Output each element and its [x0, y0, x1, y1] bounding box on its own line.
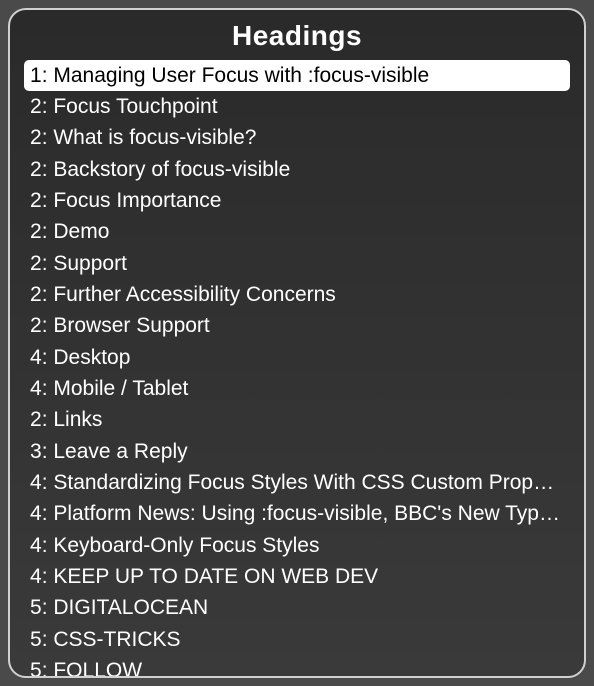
heading-text: FOLLOW [53, 659, 142, 678]
heading-level-prefix: 2 [30, 158, 42, 181]
heading-item[interactable]: 2: Links [24, 405, 570, 436]
heading-level-prefix: 2 [30, 220, 42, 243]
heading-item[interactable]: 4: Platform News: Using :focus-visible, … [24, 499, 570, 530]
heading-text: Leave a Reply [53, 440, 187, 463]
heading-text: Browser Support [53, 314, 209, 337]
heading-item[interactable]: 3: Leave a Reply [24, 436, 570, 467]
heading-item[interactable]: 2: Focus Touchpoint [24, 91, 570, 122]
heading-text: Links [53, 408, 102, 431]
heading-item[interactable]: 2: What is focus-visible? [24, 123, 570, 154]
heading-list: 1: Managing User Focus with :focus-visib… [24, 60, 570, 678]
heading-item[interactable]: 5: CSS-TRICKS [24, 624, 570, 655]
heading-text: What is focus-visible? [53, 126, 256, 149]
heading-level-prefix: 3 [30, 440, 42, 463]
heading-level-prefix: 4 [30, 502, 42, 525]
heading-item[interactable]: 5: DIGITALOCEAN [24, 593, 570, 624]
heading-item[interactable]: 2: Browser Support [24, 311, 570, 342]
heading-text: DIGITALOCEAN [53, 596, 208, 619]
heading-item[interactable]: 2: Backstory of focus-visible [24, 154, 570, 185]
panel-title: Headings [24, 20, 570, 52]
heading-item[interactable]: 2: Further Accessibility Concerns [24, 279, 570, 310]
heading-text: Demo [53, 220, 109, 243]
heading-text: Further Accessibility Concerns [53, 283, 335, 306]
heading-level-prefix: 4 [30, 565, 42, 588]
heading-item[interactable]: 4: Desktop [24, 342, 570, 373]
heading-text: Backstory of focus-visible [53, 158, 290, 181]
heading-level-prefix: 4 [30, 346, 42, 369]
heading-level-prefix: 5 [30, 659, 42, 678]
heading-level-prefix: 4 [30, 471, 42, 494]
heading-level-prefix: 5 [30, 628, 42, 651]
heading-item[interactable]: 4: Standardizing Focus Styles With CSS C… [24, 467, 570, 498]
heading-item[interactable]: 4: Keyboard-Only Focus Styles [24, 530, 570, 561]
heading-level-prefix: 2 [30, 95, 42, 118]
heading-text: Mobile / Tablet [53, 377, 188, 400]
headings-rotor-panel: Headings 1: Managing User Focus with :fo… [8, 8, 586, 678]
heading-item[interactable]: 2: Demo [24, 217, 570, 248]
heading-text: Managing User Focus with :focus-visible [53, 64, 429, 87]
heading-level-prefix: 5 [30, 596, 42, 619]
heading-level-prefix: 4 [30, 534, 42, 557]
heading-text: Platform News: Using :focus-visible, BBC… [53, 502, 570, 525]
heading-text: Support [53, 252, 127, 275]
heading-level-prefix: 2 [30, 314, 42, 337]
heading-item[interactable]: 5: FOLLOW [24, 656, 570, 678]
heading-text: Focus Importance [53, 189, 221, 212]
heading-text: Standardizing Focus Styles With CSS Cust… [53, 471, 570, 494]
heading-level-prefix: 1 [30, 64, 42, 87]
heading-level-prefix: 2 [30, 252, 42, 275]
heading-item[interactable]: 2: Focus Importance [24, 185, 570, 216]
heading-level-prefix: 2 [30, 283, 42, 306]
heading-text: KEEP UP TO DATE ON WEB DEV [53, 565, 378, 588]
heading-level-prefix: 2 [30, 126, 42, 149]
heading-level-prefix: 2 [30, 189, 42, 212]
heading-item[interactable]: 1: Managing User Focus with :focus-visib… [24, 60, 570, 91]
heading-text: Focus Touchpoint [53, 95, 217, 118]
heading-level-prefix: 4 [30, 377, 42, 400]
heading-level-prefix: 2 [30, 408, 42, 431]
heading-item[interactable]: 4: KEEP UP TO DATE ON WEB DEV [24, 562, 570, 593]
heading-item[interactable]: 2: Support [24, 248, 570, 279]
heading-text: Desktop [53, 346, 130, 369]
heading-text: CSS-TRICKS [53, 628, 180, 651]
heading-item[interactable]: 4: Mobile / Tablet [24, 373, 570, 404]
heading-text: Keyboard-Only Focus Styles [53, 534, 319, 557]
